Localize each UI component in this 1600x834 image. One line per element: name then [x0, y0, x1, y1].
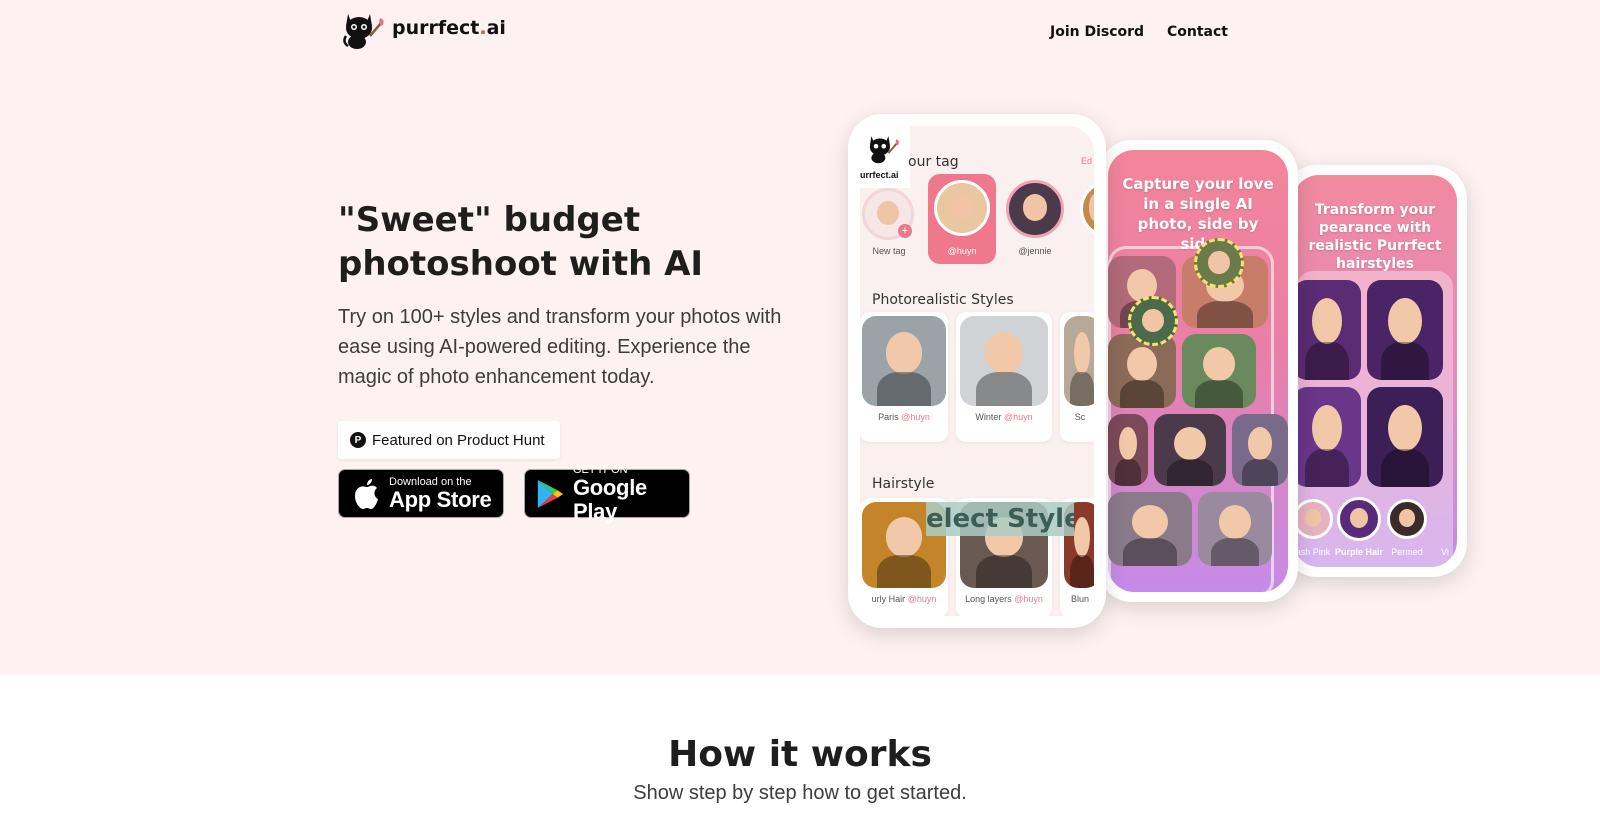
how-it-works-subtitle: Show step by step how to get started. [633, 782, 967, 804]
hairstyle-heading: Hairstyle [872, 476, 935, 492]
app-store-button[interactable]: Download on the App Store [338, 469, 504, 518]
couple-photo [1154, 414, 1226, 486]
phone1-logo: urrfect.ai [860, 126, 910, 188]
tag-avatar-partial[interactable] [1080, 180, 1094, 238]
source-photo-avatar [1194, 238, 1244, 288]
hairstyle-photo [1367, 387, 1443, 487]
phone2-screen: Capture your love in a single AI photo, … [1108, 150, 1288, 592]
product-hunt-icon: P [350, 432, 366, 448]
hair-chip-label: Purple Hair [1334, 547, 1383, 557]
source-photo-avatar [1128, 296, 1178, 346]
couple-photo [1232, 414, 1288, 486]
phone1-edit-link[interactable]: Ed [1081, 156, 1092, 166]
couple-photo [1198, 492, 1272, 566]
hair-chip-permed[interactable] [1387, 499, 1427, 539]
hair-chip-label: Vi [1441, 547, 1449, 557]
app-store-big: App Store [389, 486, 492, 512]
brand-dot: . [479, 17, 487, 39]
new-tag-label: New tag [872, 246, 906, 256]
couple-photo [1108, 492, 1192, 566]
hero-subtext: Try on 100+ styles and transform your ph… [338, 306, 782, 388]
google-play-big: Google Play [572, 474, 647, 524]
hair-chip-label: ash Pink [1295, 547, 1331, 557]
hairstyle-photo [1367, 280, 1443, 380]
tag-avatar-huyn[interactable] [934, 180, 990, 236]
style-photo-winter [960, 316, 1048, 406]
add-tag-icon[interactable]: + [898, 224, 912, 238]
select-style-overlay: elect Style [926, 502, 1074, 536]
photo-styles-heading: Photorealistic Styles [872, 292, 1014, 308]
brand-tld: ai [486, 17, 506, 39]
hair-chip-purple[interactable] [1337, 497, 1381, 541]
phone-mockup-styles: urrfect.ai our tag Ed + New tag @huyn @j… [848, 114, 1106, 628]
phone1-tag-heading: our tag [908, 154, 959, 170]
style-label-winter: Winter @huyn [975, 412, 1033, 422]
style-photo-partial [1064, 316, 1094, 406]
nav-join-discord[interactable]: Join Discord [1050, 24, 1144, 40]
hair-chip-label: Permed [1391, 547, 1423, 557]
style-label-partial: Sc [1074, 412, 1086, 422]
phone3-caption: Transform your pearance with realistic P… [1308, 202, 1442, 272]
hairstyle-label-long: Long layers @huyn [965, 594, 1043, 604]
tag-label: @huyn [947, 246, 977, 256]
hairstyle-label-curly: urly Hair @huyn [871, 594, 937, 604]
brand-logo[interactable]: purrfect.ai [340, 6, 506, 50]
phone3-screen: Transform your pearance with realistic P… [1293, 175, 1457, 567]
phone2-caption: Capture your love in a single AI photo, … [1122, 175, 1274, 253]
style-label-paris: Paris @huyn [878, 412, 930, 422]
google-play-button[interactable]: GET IT ON Google Play [524, 464, 690, 523]
nav-contact[interactable]: Contact [1167, 24, 1228, 40]
product-hunt-badge[interactable]: P Featured on Product Hunt [338, 421, 560, 459]
tag-label: @jennie [1018, 246, 1052, 256]
phone-mockup-couples: Capture your love in a single AI photo, … [1098, 140, 1298, 602]
couple-photo [1182, 334, 1256, 408]
apple-icon [355, 478, 378, 509]
google-play-icon [537, 479, 564, 508]
how-it-works-title: How it works [668, 734, 932, 775]
google-play-small: GET IT ON [572, 463, 628, 476]
phone1-brand: urrfect.ai [860, 170, 899, 180]
style-photo-paris [862, 316, 946, 406]
hairstyle-photo [1293, 387, 1361, 487]
phone1-screen: urrfect.ai our tag Ed + New tag @huyn @j… [860, 126, 1094, 616]
hero-headline: "Sweet" budget photoshoot with AI [338, 200, 704, 284]
couple-photo [1108, 414, 1148, 486]
couple-photo [1108, 334, 1176, 408]
hairstyle-label-partial: Blun [1070, 594, 1089, 604]
phone-mockup-hairstyles: Transform your pearance with realistic P… [1283, 165, 1467, 577]
hairstyle-photo [1293, 280, 1361, 380]
hair-chip-ash-pink[interactable] [1293, 499, 1333, 539]
app-store-small: Download on the [389, 475, 472, 488]
brand-wordmark: purrfect.ai [392, 17, 506, 39]
tag-avatar-jennie[interactable] [1006, 180, 1064, 238]
product-hunt-label: Featured on Product Hunt [372, 431, 545, 449]
cat-mascot-icon [343, 14, 384, 49]
cat-mascot-icon [869, 136, 899, 164]
